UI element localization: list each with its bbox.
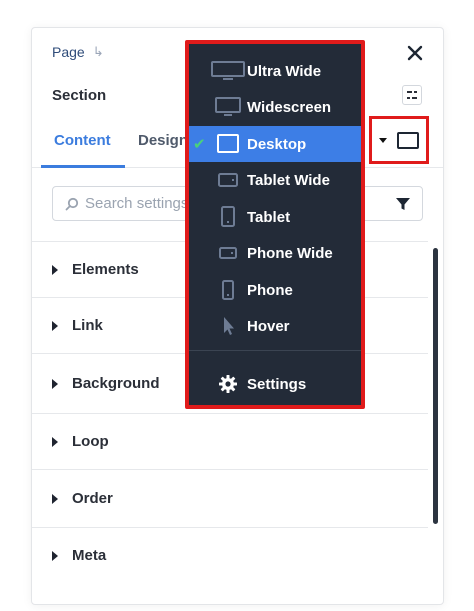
caret-right-icon [52,378,58,389]
menu-item-label: Phone Wide [247,244,333,262]
breakpoint-menu: Ultra Wide Widescreen ✔ Desktop Tablet W… [185,40,365,409]
section-loop[interactable]: Loop [32,413,428,469]
search-placeholder: Search settings [85,195,189,212]
active-tab-indicator [41,165,125,168]
return-arrow-icon: ↳ [92,44,104,59]
caret-right-icon [52,436,58,447]
caret-down-icon [379,137,387,143]
menu-item-hover[interactable]: Hover [189,308,361,344]
desktop-icon [209,126,247,162]
menu-item-settings[interactable]: Settings [189,366,361,402]
desktop-icon [397,131,419,149]
menu-item-desktop[interactable]: ✔ Desktop [189,126,361,162]
menu-item-label: Ultra Wide [247,62,322,80]
section-label: Elements [72,261,139,278]
menu-item-label: Phone [247,281,293,299]
breakpoint-selector-button[interactable] [369,116,429,164]
checkmark-icon: ✔ [193,136,206,153]
caret-right-icon [52,264,58,275]
menu-item-label: Hover [247,317,290,335]
tablet-icon [209,199,247,235]
phone-wide-icon [209,235,247,271]
caret-right-icon [52,493,58,504]
tablet-wide-icon [209,162,247,198]
section-label: Order [72,490,113,507]
menu-item-ultra-wide[interactable]: Ultra Wide [189,53,361,89]
breadcrumb: Page ↳ [52,44,104,60]
structure-icon [407,91,417,99]
search-icon [65,197,79,211]
breadcrumb-page-link[interactable]: Page [52,44,85,60]
gear-icon [209,366,247,402]
section-order[interactable]: Order [32,469,428,527]
menu-divider [189,350,361,351]
close-icon [407,45,423,61]
structure-toggle-button[interactable] [402,85,422,105]
menu-item-widescreen[interactable]: Widescreen [189,89,361,125]
menu-item-label: Desktop [247,135,307,153]
section-label: Background [72,375,160,392]
ultra-wide-icon [209,53,247,89]
section-meta[interactable]: Meta [32,527,428,583]
section-label: Meta [72,547,107,564]
filter-button[interactable] [394,195,412,213]
widescreen-icon [209,89,247,125]
section-title: Section [52,87,107,104]
menu-item-label: Widescreen [247,98,332,116]
caret-right-icon [52,550,58,561]
cursor-icon [209,308,247,344]
scrollbar[interactable] [433,248,438,524]
menu-item-tablet[interactable]: Tablet [189,199,361,235]
menu-item-phone-wide[interactable]: Phone Wide [189,235,361,271]
section-label: Loop [72,433,109,450]
tab-content[interactable]: Content [54,132,111,149]
menu-item-tablet-wide[interactable]: Tablet Wide [189,162,361,198]
section-label: Link [72,317,103,334]
filter-icon [396,198,410,210]
menu-item-label: Tablet Wide [247,171,330,189]
menu-item-label: Settings [247,375,307,393]
menu-item-label: Tablet [247,208,291,226]
close-button[interactable] [403,41,427,65]
tab-design[interactable]: Design [138,132,188,149]
phone-icon [209,272,247,308]
menu-item-phone[interactable]: Phone [189,272,361,308]
caret-right-icon [52,320,58,331]
